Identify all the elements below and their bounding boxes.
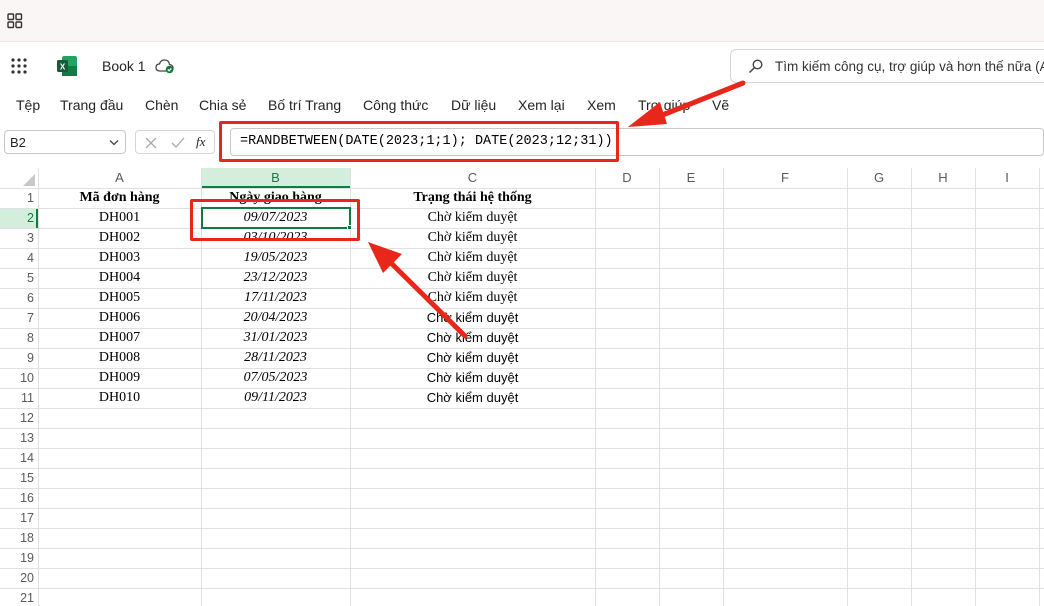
arrow-to-formula xyxy=(628,80,746,127)
annotation-arrows xyxy=(368,80,746,339)
arrow-to-cell xyxy=(368,242,468,339)
